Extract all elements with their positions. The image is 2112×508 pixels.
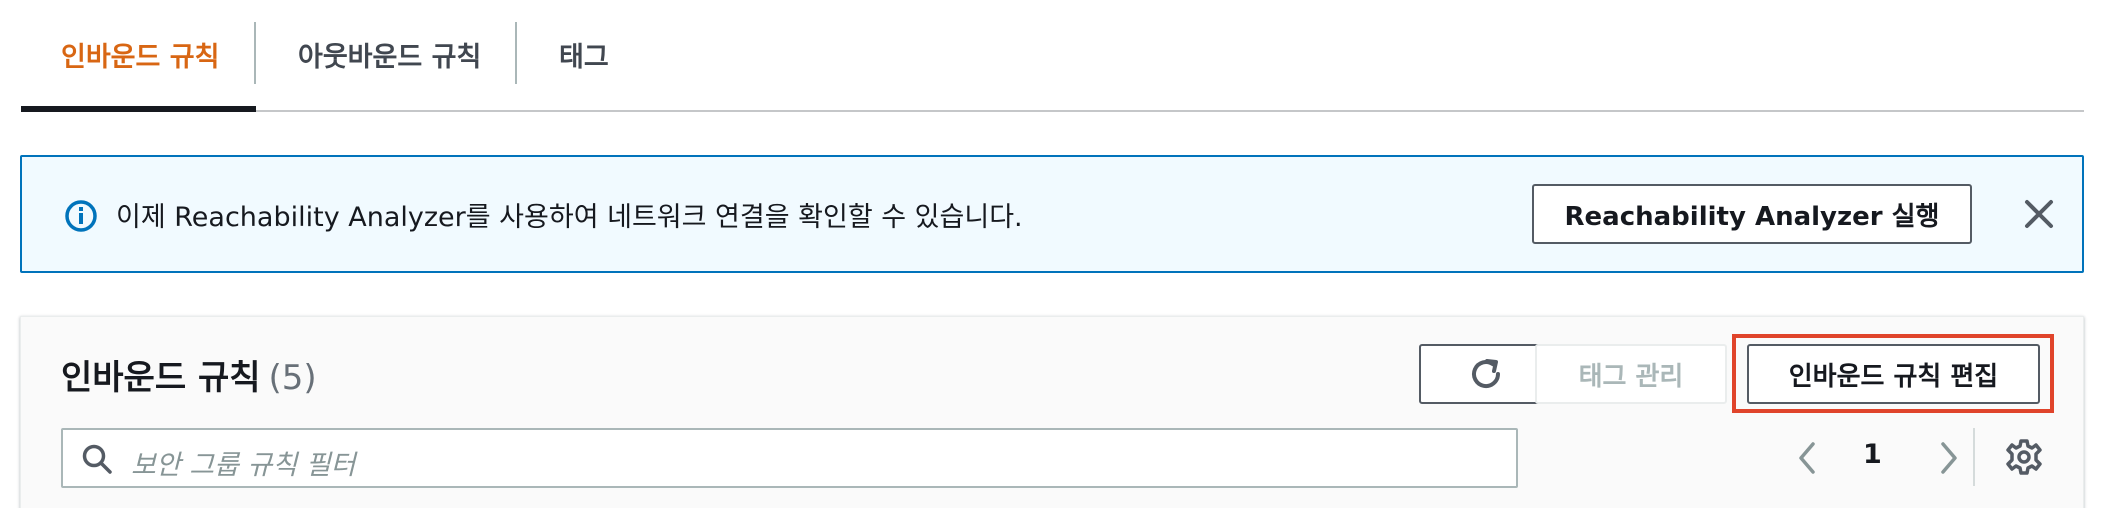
chevron-right-icon[interactable] [1931,440,1967,476]
panel-title: 인바운드 규칙 (5) [61,350,317,399]
page-number[interactable]: 1 [1863,439,1882,470]
search-icon [82,444,112,474]
search-placeholder: 보안 그룹 규칙 필터 [131,450,356,481]
inbound-rules-panel: 인바운드 규칙 (5) 태그 관리 인바운드 규칙 편집 보안 그룹 규칙 필터 … [20,316,2084,508]
info-flashbar: 이제 Reachability Analyzer를 사용하여 네트워크 연결을 … [20,155,2084,273]
tab-divider [254,22,256,84]
rule-count: (5) [268,358,317,398]
refresh-button[interactable] [1419,344,1553,404]
tab-outbound-rules[interactable]: 아웃바운드 규칙 [298,22,481,86]
refresh-icon [1472,359,1501,389]
manage-tags-button[interactable]: 태그 관리 [1535,344,1727,404]
active-tab-indicator [21,106,256,112]
run-reachability-analyzer-button[interactable]: Reachability Analyzer 실행 [1532,184,1972,244]
tab-tags[interactable]: 태그 [559,22,609,86]
tab-inbound-rules[interactable]: 인바운드 규칙 [61,22,219,86]
tab-bar: 인바운드 규칙 아웃바운드 규칙 태그 [21,0,2084,112]
pager-divider [1973,428,1975,486]
close-icon[interactable] [2017,192,2061,236]
tab-divider [515,22,517,84]
gear-icon[interactable] [2005,438,2043,476]
info-icon [65,200,97,232]
panel-title-text: 인바운드 규칙 [61,358,261,398]
flash-message: 이제 Reachability Analyzer를 사용하여 네트워크 연결을 … [116,202,1023,233]
search-input[interactable]: 보안 그룹 규칙 필터 [61,428,1518,488]
chevron-left-icon[interactable] [1789,440,1825,476]
edit-inbound-rules-button[interactable]: 인바운드 규칙 편집 [1747,344,2040,404]
